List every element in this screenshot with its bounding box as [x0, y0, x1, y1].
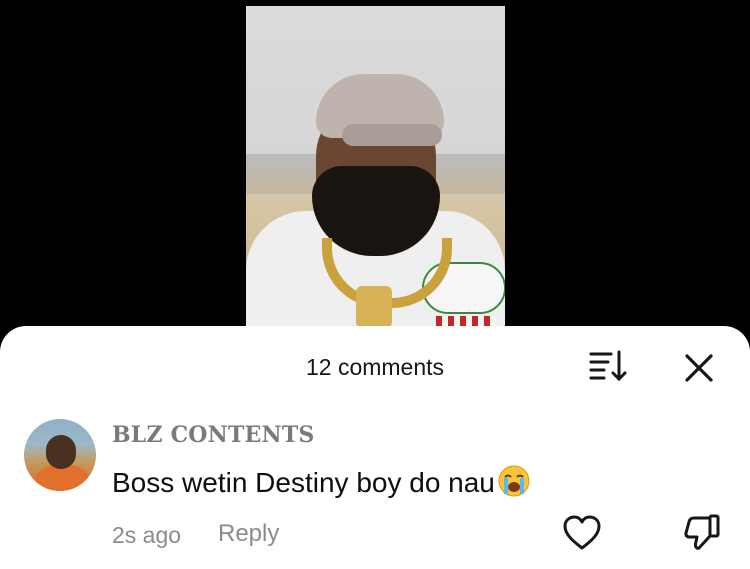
video-player[interactable]	[0, 0, 750, 340]
video-frame[interactable]	[246, 6, 505, 328]
video-person-cap-brim	[342, 124, 442, 146]
close-icon[interactable]	[679, 348, 719, 388]
reply-button[interactable]: Reply	[218, 520, 279, 548]
crying-emoji-icon	[497, 464, 531, 498]
avatar[interactable]	[24, 419, 96, 491]
heart-icon[interactable]	[562, 514, 602, 552]
video-person-pendant	[356, 286, 392, 328]
comment-text: Boss wetin Destiny boy do nau	[112, 467, 495, 498]
sort-icon[interactable]	[588, 348, 628, 384]
comment-timestamp: 2s ago	[112, 522, 182, 548]
comment-body: Boss wetin Destiny boy do nau	[112, 464, 531, 499]
thumbs-down-icon[interactable]	[681, 512, 721, 552]
comments-count: 12 comments	[305, 354, 445, 380]
avatar-face	[46, 435, 76, 469]
comments-sheet: 12 comments BLZ CONTENTS Boss wetin Dest…	[0, 326, 750, 569]
comment-username[interactable]: BLZ CONTENTS	[112, 422, 314, 448]
